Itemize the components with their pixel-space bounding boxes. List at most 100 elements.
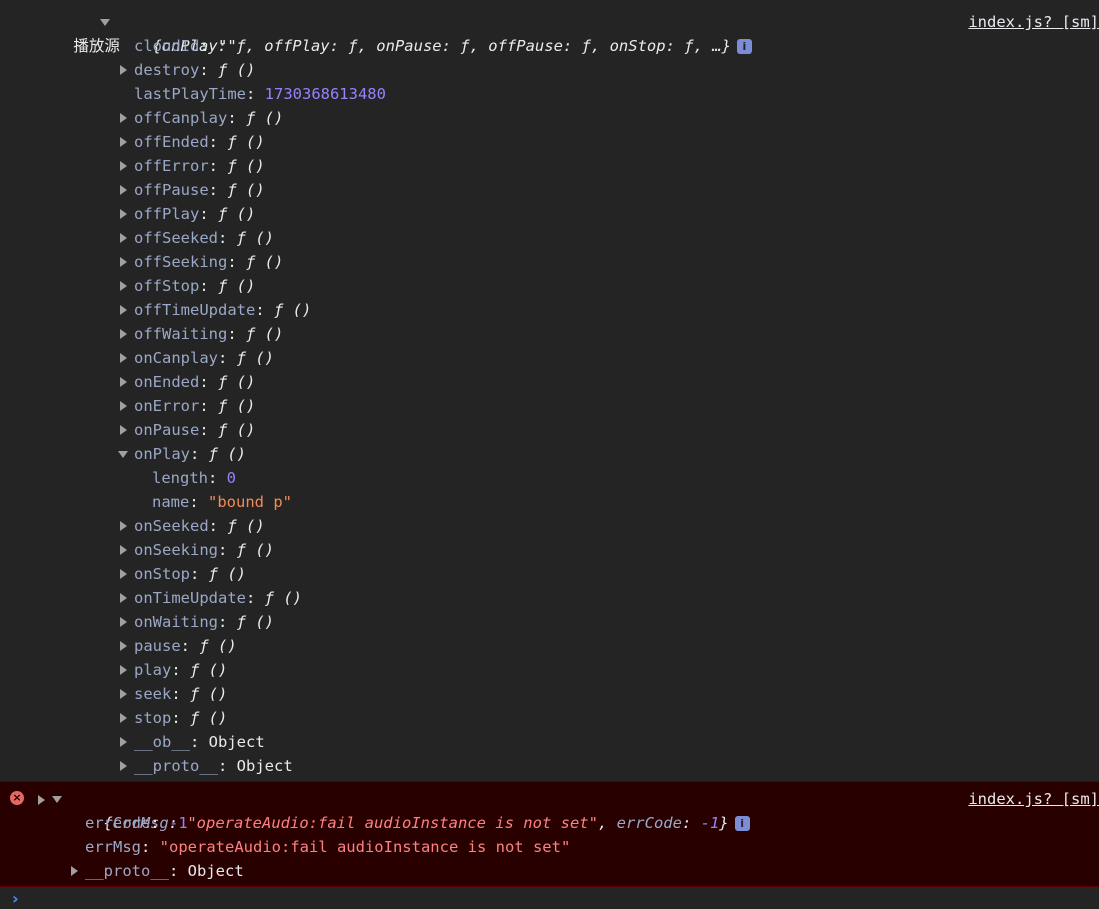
- property-separator: :: [208, 157, 228, 175]
- property-row: lastPlayTime: 1730368613480: [134, 82, 386, 106]
- expand-toggle-icon[interactable]: [120, 161, 127, 171]
- property-row[interactable]: onPause: ƒ (): [134, 418, 255, 442]
- property-row[interactable]: offError: ƒ (): [134, 154, 265, 178]
- property-row[interactable]: onTimeUpdate: ƒ (): [134, 586, 302, 610]
- expand-toggle-icon[interactable]: [120, 137, 127, 147]
- property-value: Object: [208, 733, 265, 751]
- property-key: errMsg: [85, 838, 141, 856]
- error-property-row[interactable]: __proto__: Object: [85, 859, 244, 883]
- expand-toggle-icon[interactable]: [120, 209, 127, 219]
- property-row[interactable]: offCanplay: ƒ (): [134, 106, 283, 130]
- property-separator: :: [208, 181, 228, 199]
- property-key: onSeeked: [134, 517, 209, 535]
- property-row[interactable]: offWaiting: ƒ (): [134, 322, 283, 346]
- property-row[interactable]: __ob__: Object: [134, 730, 265, 754]
- expand-toggle-icon[interactable]: [120, 545, 127, 555]
- property-value: "operateAudio:fail audioInstance is not …: [159, 838, 571, 856]
- property-separator: :: [245, 589, 265, 607]
- expand-toggle-icon[interactable]: [120, 569, 127, 579]
- console-log-entry: 播放源 {onPlay: ƒ, offPlay: ƒ, onPause: ƒ, …: [0, 0, 1099, 780]
- property-value: ƒ (): [264, 589, 302, 607]
- property-row[interactable]: onCanplay: ƒ (): [134, 346, 274, 370]
- expand-toggle-icon[interactable]: [52, 796, 62, 803]
- expand-toggle-icon[interactable]: [120, 689, 127, 699]
- property-separator: :: [208, 517, 228, 535]
- info-icon[interactable]: i: [736, 39, 752, 54]
- expand-toggle-icon[interactable]: [120, 233, 127, 243]
- property-row[interactable]: onPlay: ƒ (): [134, 442, 246, 466]
- expand-toggle-icon[interactable]: [120, 425, 127, 435]
- expand-toggle-icon[interactable]: [120, 65, 127, 75]
- expand-toggle-icon[interactable]: [120, 281, 127, 291]
- expand-toggle-icon[interactable]: [120, 377, 127, 387]
- property-row[interactable]: onError: ƒ (): [134, 394, 255, 418]
- expand-toggle-icon[interactable]: [120, 329, 127, 339]
- property-row[interactable]: onSeeking: ƒ (): [134, 538, 274, 562]
- property-row[interactable]: destroy: ƒ (): [134, 58, 255, 82]
- property-key: offTimeUpdate: [134, 301, 256, 319]
- expand-toggle-icon[interactable]: [120, 353, 127, 363]
- summary-value-errcode: -1: [700, 814, 720, 832]
- property-row[interactable]: seek: ƒ (): [134, 682, 227, 706]
- property-row[interactable]: onWaiting: ƒ (): [134, 610, 274, 634]
- property-row[interactable]: offEnded: ƒ (): [134, 130, 265, 154]
- property-value: ƒ (): [246, 253, 284, 271]
- expand-toggle-icon[interactable]: [118, 451, 128, 458]
- property-row[interactable]: offPlay: ƒ (): [134, 202, 255, 226]
- expand-toggle-icon[interactable]: [120, 401, 127, 411]
- property-key: offSeeking: [134, 253, 228, 271]
- property-key: onSeeking: [134, 541, 218, 559]
- property-row[interactable]: offSeeked: ƒ (): [134, 226, 274, 250]
- source-link[interactable]: index.js? [sm]: [968, 787, 1099, 811]
- expand-toggle-icon[interactable]: [120, 617, 127, 627]
- expand-toggle-icon[interactable]: [120, 185, 127, 195]
- property-row[interactable]: stop: ƒ (): [134, 706, 227, 730]
- property-key: lastPlayTime: [134, 85, 246, 103]
- property-row[interactable]: onSeeked: ƒ (): [134, 514, 265, 538]
- property-row[interactable]: offPause: ƒ (): [134, 178, 265, 202]
- property-row[interactable]: onStop: ƒ (): [134, 562, 246, 586]
- expand-toggle-icon[interactable]: [120, 113, 127, 123]
- expand-toggle-icon[interactable]: [120, 257, 127, 267]
- property-row[interactable]: __proto__: Object: [134, 754, 293, 778]
- expand-toggle-icon[interactable]: [120, 305, 127, 315]
- property-value: ƒ (): [218, 205, 256, 223]
- property-row[interactable]: pause: ƒ (): [134, 634, 237, 658]
- console-prompt[interactable]: ›: [0, 887, 1099, 909]
- source-link[interactable]: index.js? [sm]: [968, 10, 1099, 34]
- error-summary-row[interactable]: {errMsg: "operateAudio:fail audioInstanc…: [66, 787, 750, 832]
- expand-toggle-icon[interactable]: [120, 665, 127, 675]
- property-value: ƒ (): [236, 349, 274, 367]
- summary-key-errcode: errCode: [616, 814, 682, 832]
- brace-close: }: [719, 814, 729, 832]
- property-key: offPause: [134, 181, 209, 199]
- expand-toggle-icon[interactable]: [120, 713, 127, 723]
- property-separator: :: [227, 325, 246, 343]
- property-row[interactable]: onEnded: ƒ (): [134, 370, 255, 394]
- expand-toggle-icon[interactable]: [120, 641, 127, 651]
- property-key: onPause: [134, 421, 200, 439]
- property-key: offPlay: [134, 205, 200, 223]
- property-row[interactable]: offSeeking: ƒ (): [134, 250, 283, 274]
- property-value: -1: [169, 814, 188, 832]
- expand-toggle-icon[interactable]: [100, 19, 110, 26]
- property-row[interactable]: play: ƒ (): [134, 658, 227, 682]
- property-value: ƒ (): [190, 709, 228, 727]
- expand-toggle-icon[interactable]: [120, 593, 127, 603]
- property-separator: :: [199, 37, 218, 55]
- object-summary-row[interactable]: {onPlay: ƒ, offPlay: ƒ, onPause: ƒ, offP…: [115, 10, 752, 55]
- expand-toggle-icon[interactable]: [120, 737, 127, 747]
- property-separator: :: [218, 349, 237, 367]
- property-row[interactable]: offTimeUpdate: ƒ (): [134, 298, 311, 322]
- property-value: 0: [226, 469, 237, 487]
- expand-toggle-icon[interactable]: [120, 761, 127, 771]
- expand-toggle-icon[interactable]: [120, 521, 127, 531]
- property-separator: :: [218, 757, 237, 775]
- property-value: ƒ (): [274, 301, 312, 319]
- expand-toggle-icon[interactable]: [38, 795, 45, 805]
- property-row[interactable]: offStop: ƒ (): [134, 274, 255, 298]
- expand-toggle-icon[interactable]: [71, 866, 78, 876]
- log-label: 播放源: [73, 37, 120, 55]
- info-icon[interactable]: i: [734, 816, 750, 831]
- property-value: ƒ (): [227, 133, 265, 151]
